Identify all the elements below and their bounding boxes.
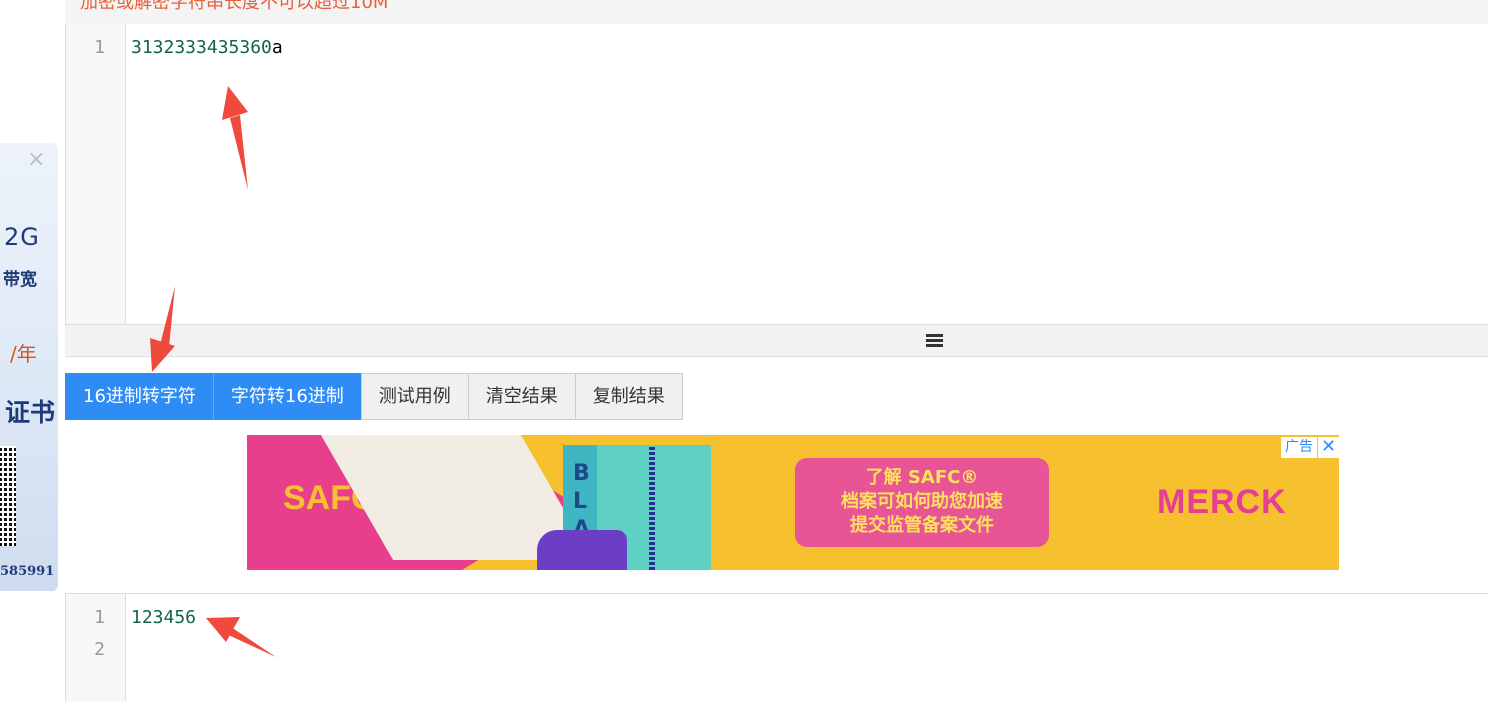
text-token: a (271, 37, 283, 58)
binder-letter: B (573, 461, 590, 486)
side-ad-close-icon[interactable]: × (27, 149, 45, 171)
zipper-image (649, 445, 655, 570)
length-hint-bar: 加密或解密字符串长度不可以超过10M (65, 0, 1488, 25)
hamburger-icon (926, 334, 943, 347)
glove-image (537, 530, 627, 570)
line-number: 1 (94, 607, 105, 628)
side-ad-text: 2G (4, 223, 40, 251)
side-ad-text: 带宽 (3, 270, 37, 290)
banner-advertisement[interactable]: SAFC BLA 了解 SAFC® 档案可如何助您加速 提交监管备案文件 MER… (247, 435, 1339, 570)
clear-result-button[interactable]: 清空结果 (467, 373, 576, 420)
side-ad-text: 证书 (5, 398, 56, 427)
action-button-group: 16进制转字符 字符转16进制 测试用例 清空结果 复制结果 (65, 373, 683, 420)
hex-to-string-button[interactable]: 16进制转字符 (65, 373, 214, 420)
copy-result-button[interactable]: 复制结果 (574, 373, 683, 420)
string-to-hex-button[interactable]: 字符转16进制 (212, 373, 362, 420)
length-hint-text: 加密或解密字符串长度不可以超过10M (80, 0, 389, 13)
number-token: 3132333435360 (131, 37, 272, 58)
merck-logo: MERCK (1157, 483, 1287, 521)
binder-letter: L (573, 489, 588, 514)
cta-line: 了解 SAFC® (865, 467, 979, 488)
qr-code-icon (0, 446, 16, 546)
editor-resize-handle[interactable] (65, 324, 1488, 357)
line-number: 2 (94, 639, 105, 660)
side-ad-phone: 585991 (0, 564, 55, 579)
side-ad-text: /年 (10, 342, 37, 366)
line-number: 1 (94, 37, 105, 58)
code-line[interactable]: 3132333435360a (131, 37, 283, 58)
line-number-gutter: 1 2 (66, 594, 126, 701)
cta-line: 档案可如何助您加速 (841, 491, 1003, 512)
ad-label[interactable]: 广告 (1281, 437, 1317, 458)
side-advertisement[interactable]: × 2G 带宽 /年 证书 585991 (0, 143, 58, 591)
cta-line: 提交监管备案文件 (850, 515, 994, 536)
banner-cta-button[interactable]: 了解 SAFC® 档案可如何助您加速 提交监管备案文件 (795, 458, 1049, 547)
number-token: 123456 (131, 607, 197, 628)
code-line[interactable]: 123456 (131, 607, 196, 628)
test-case-button[interactable]: 测试用例 (360, 373, 469, 420)
ad-close-icon[interactable]: ✕ (1318, 437, 1339, 458)
line-number-gutter: 1 (66, 24, 126, 324)
input-editor[interactable]: 1 3132333435360a (65, 24, 1488, 324)
output-editor[interactable]: 1 2 123456 (65, 593, 1488, 701)
